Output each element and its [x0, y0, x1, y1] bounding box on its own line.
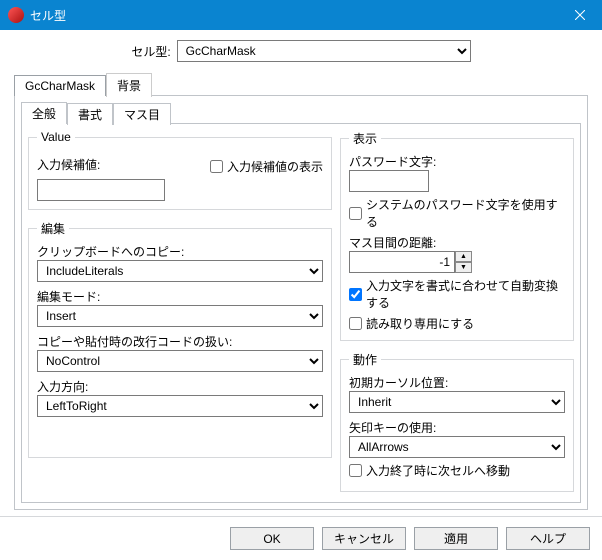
- show-cand-text: 入力候補値の表示: [227, 158, 323, 175]
- exit-chk[interactable]: 入力終了時に次セルへ移動: [349, 462, 565, 479]
- autoconvert-text: 入力文字を書式に合わせて自動変換する: [366, 277, 565, 311]
- show-cand-checkbox[interactable]: [210, 160, 223, 173]
- spacing-field[interactable]: [349, 251, 455, 273]
- autoconvert-checkbox[interactable]: [349, 288, 362, 301]
- exit-checkbox[interactable]: [349, 464, 362, 477]
- celltype-select[interactable]: GcCharMask: [177, 40, 471, 62]
- clipboard-label: クリップボードへのコピー:: [37, 243, 323, 260]
- apply-button[interactable]: 適用: [414, 527, 498, 550]
- tab-format[interactable]: 書式: [67, 103, 113, 125]
- celltype-label: セル型:: [131, 43, 170, 60]
- editmode-label: 編集モード:: [37, 288, 323, 305]
- dialog-footer: OK キャンセル 適用 ヘルプ: [0, 516, 602, 560]
- linebreak-select[interactable]: NoControl: [37, 350, 323, 372]
- group-edit-legend: 編集: [37, 220, 69, 237]
- close-button[interactable]: [557, 0, 602, 30]
- group-value: Value 入力候補値: 入力候補値の表示: [28, 130, 332, 210]
- direction-select[interactable]: LeftToRight: [37, 395, 323, 417]
- group-action: 動作 初期カーソル位置: Inherit 矢印キーの使用: AllArrows …: [340, 351, 574, 492]
- app-icon: [8, 7, 24, 23]
- direction-label: 入力方向:: [37, 378, 323, 395]
- spacing-down[interactable]: ▼: [455, 262, 472, 273]
- linebreak-label: コピーや貼付時の改行コードの扱い:: [37, 333, 323, 350]
- close-icon: [575, 10, 585, 20]
- input-cand-label: 入力候補値:: [37, 156, 100, 173]
- password-field[interactable]: [349, 170, 429, 192]
- tab-label: GcCharMask: [25, 79, 95, 93]
- tab-label: 背景: [117, 79, 141, 93]
- syspw-text: システムのパスワード文字を使用する: [366, 196, 565, 230]
- clipboard-select[interactable]: IncludeLiterals: [37, 260, 323, 282]
- tab-background[interactable]: 背景: [106, 73, 152, 97]
- tab-label: マス目: [124, 108, 160, 122]
- sub-tabs: 全般 書式 マス目: [21, 102, 581, 124]
- window-title: セル型: [30, 7, 557, 24]
- main-tabs: GcCharMask 背景: [14, 72, 588, 96]
- tab-label: 書式: [78, 108, 102, 122]
- readonly-checkbox[interactable]: [349, 317, 362, 330]
- spacing-up[interactable]: ▲: [455, 251, 472, 262]
- tab-masu[interactable]: マス目: [113, 103, 171, 125]
- cursor-select[interactable]: Inherit: [349, 391, 565, 413]
- group-display-legend: 表示: [349, 130, 381, 147]
- arrow-label: 矢印キーの使用:: [349, 419, 565, 436]
- group-display: 表示 パスワード文字: システムのパスワード文字を使用する マス目間の距離: ▲: [340, 130, 574, 341]
- show-cand-chk[interactable]: 入力候補値の表示: [210, 158, 323, 175]
- input-cand-field[interactable]: [37, 179, 165, 201]
- syspw-checkbox[interactable]: [349, 207, 362, 220]
- group-action-legend: 動作: [349, 351, 381, 368]
- tab-label: 全般: [32, 107, 56, 121]
- cursor-label: 初期カーソル位置:: [349, 374, 565, 391]
- ok-button[interactable]: OK: [230, 527, 314, 550]
- password-label: パスワード文字:: [349, 153, 565, 170]
- title-bar: セル型: [0, 0, 602, 30]
- spacing-label: マス目間の距離:: [349, 234, 565, 251]
- tab-general[interactable]: 全般: [21, 102, 67, 124]
- cancel-button[interactable]: キャンセル: [322, 527, 406, 550]
- help-button[interactable]: ヘルプ: [506, 527, 590, 550]
- readonly-chk[interactable]: 読み取り専用にする: [349, 315, 565, 332]
- readonly-text: 読み取り専用にする: [366, 315, 474, 332]
- tab-gccharmask[interactable]: GcCharMask: [14, 75, 106, 96]
- group-edit: 編集 クリップボードへのコピー: IncludeLiterals 編集モード: …: [28, 220, 332, 458]
- exit-text: 入力終了時に次セルへ移動: [366, 462, 510, 479]
- autoconvert-chk[interactable]: 入力文字を書式に合わせて自動変換する: [349, 277, 565, 311]
- syspw-chk[interactable]: システムのパスワード文字を使用する: [349, 196, 565, 230]
- arrow-select[interactable]: AllArrows: [349, 436, 565, 458]
- editmode-select[interactable]: Insert: [37, 305, 323, 327]
- group-value-legend: Value: [37, 130, 75, 144]
